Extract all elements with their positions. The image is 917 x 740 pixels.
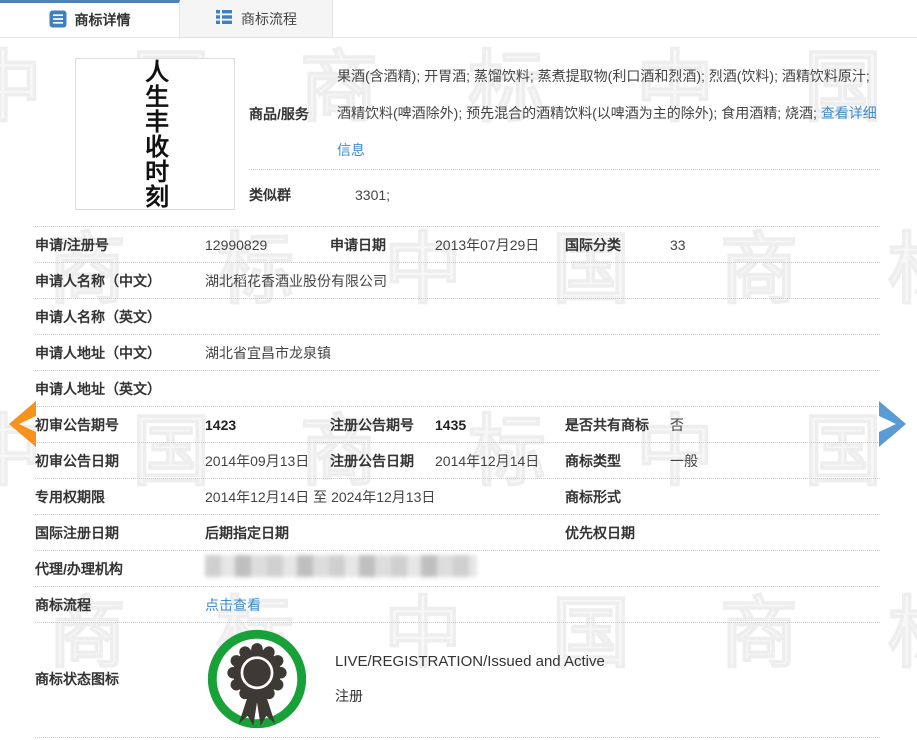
goods-services-row: 商品/服务 果酒(含酒精); 开胃酒; 蒸馏饮料; 蒸煮提取物(利口酒和烈酒);… (249, 58, 880, 170)
row-gazette-numbers: 初审公告期号 1423 注册公告期号 1435 是否共有商标 否 (35, 407, 880, 443)
address-cn-value: 湖北省宜昌市龙泉镇 (205, 343, 880, 363)
applicant-cn-value: 湖北稻花香酒业股份有限公司 (205, 271, 880, 291)
reg-no-label: 申请/注册号 (35, 235, 205, 255)
tab-trademark-details[interactable]: 商标详情 (0, 0, 180, 37)
tab-trademark-process[interactable]: 商标流程 (180, 0, 333, 37)
mark-type-value: 一般 (670, 451, 880, 471)
intl-class-value: 33 (670, 237, 880, 253)
mark-type-label: 商标类型 (565, 451, 670, 471)
app-date-value: 2013年07月29日 (435, 235, 565, 255)
shared-mark-value: 否 (670, 415, 880, 435)
similar-group-row: 类似群 3301; (249, 170, 880, 220)
row-applicant-en: 申请人名称（英文） (35, 299, 880, 335)
agent-name-redacted (205, 555, 477, 577)
mark-form-label: 商标形式 (565, 487, 670, 507)
row-address-cn: 申请人地址（中文） 湖北省宜昌市龙泉镇 (35, 335, 880, 371)
row-applicant-cn: 申请人名称（中文） 湖北稻花香酒业股份有限公司 (35, 263, 880, 299)
trademark-detail-page: 中国商标中国商标中国商标中国商标中国商标中国商标 商标详情 (0, 0, 917, 740)
app-date-label: 申请日期 (330, 235, 435, 255)
list-icon (215, 8, 233, 29)
address-en-label: 申请人地址（英文） (35, 379, 205, 399)
goods-services-text: 果酒(含酒精); 开胃酒; 蒸馏饮料; 蒸煮提取物(利口酒和烈酒); 烈酒(饮料… (337, 58, 880, 169)
goods-services-label: 商品/服务 (249, 104, 337, 124)
first-gazette-no-value: 1423 (205, 417, 330, 433)
goods-services-list: 果酒(含酒精); 开胃酒; 蒸馏饮料; 蒸煮提取物(利口酒和烈酒); 烈酒(饮料… (337, 68, 870, 121)
later-designation-date-label: 后期指定日期 (205, 523, 565, 543)
shared-mark-label: 是否共有商标 (565, 415, 670, 435)
reg-no-value: 12990829 (205, 237, 330, 253)
reg-gazette-no-label: 注册公告期号 (330, 415, 435, 435)
agent-label: 代理/办理机构 (35, 559, 205, 579)
reg-gazette-date-value: 2014年12月14日 (435, 451, 565, 471)
document-lines-icon (49, 10, 67, 31)
row-application: 申请/注册号 12990829 申请日期 2013年07月29日 国际分类 33 (35, 227, 880, 263)
first-gazette-date-label: 初审公告日期 (35, 451, 205, 471)
tab-details-label: 商标详情 (75, 10, 131, 30)
reg-gazette-date-label: 注册公告日期 (330, 451, 435, 471)
trademark-calligraphy-text: 人生丰收时刻 (142, 59, 167, 209)
row-international-dates: 国际注册日期 后期指定日期 优先权日期 (35, 515, 880, 551)
row-agent: 代理/办理机构 (35, 551, 880, 587)
reg-gazette-no-value: 1435 (435, 417, 565, 433)
click-to-view-link[interactable]: 点击查看 (205, 597, 261, 613)
similar-group-label: 类似群 (249, 185, 337, 205)
applicant-cn-label: 申请人名称（中文） (35, 271, 205, 291)
exclusive-period-value: 2014年12月14日 至 2024年12月13日 (205, 487, 565, 507)
row-process: 商标流程 点击查看 (35, 587, 880, 623)
row-status: 商标状态图标 (35, 623, 880, 738)
row-exclusive-period: 专用权期限 2014年12月14日 至 2024年12月13日 商标形式 (35, 479, 880, 515)
exclusive-period-label: 专用权期限 (35, 487, 205, 507)
top-section: 人生丰收时刻 商品/服务 果酒(含酒精); 开胃酒; 蒸馏饮料; 蒸煮提取物(利… (35, 58, 880, 227)
previous-arrow-button[interactable] (6, 400, 38, 448)
intl-class-label: 国际分类 (565, 235, 670, 255)
tab-process-label: 商标流程 (241, 9, 297, 29)
next-arrow-button[interactable] (877, 400, 909, 448)
status-icon-label: 商标状态图标 (35, 669, 205, 689)
status-text-live: LIVE/REGISTRATION/Issued and Active (335, 653, 605, 670)
trademark-detail-content: 人生丰收时刻 商品/服务 果酒(含酒精); 开胃酒; 蒸馏饮料; 蒸煮提取物(利… (0, 38, 917, 738)
trademark-image: 人生丰收时刻 (75, 58, 235, 210)
similar-group-value: 3301; (337, 187, 390, 203)
first-gazette-date-value: 2014年09月13日 (205, 451, 330, 471)
applicant-en-label: 申请人名称（英文） (35, 307, 205, 327)
process-label: 商标流程 (35, 595, 205, 615)
registered-medal-icon (205, 627, 309, 731)
tab-bar: 商标详情 商标流程 (0, 0, 917, 38)
first-gazette-no-label: 初审公告期号 (35, 415, 205, 435)
address-cn-label: 申请人地址（中文） (35, 343, 205, 363)
status-text-registered: 注册 (335, 686, 605, 706)
intl-reg-date-label: 国际注册日期 (35, 523, 205, 543)
row-address-en: 申请人地址（英文） (35, 371, 880, 407)
priority-date-label: 优先权日期 (565, 523, 670, 543)
row-gazette-dates: 初审公告日期 2014年09月13日 注册公告日期 2014年12月14日 商标… (35, 443, 880, 479)
